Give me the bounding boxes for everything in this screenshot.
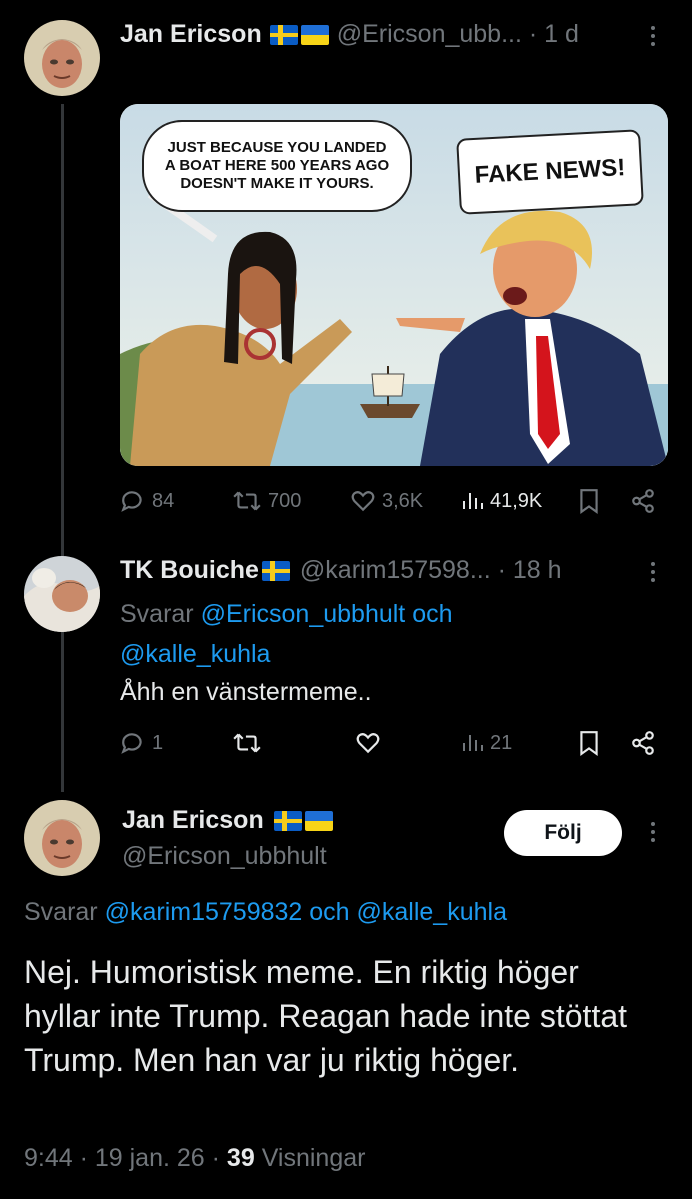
sweden-flag-icon bbox=[269, 24, 298, 45]
views-button[interactable]: 21 bbox=[460, 730, 512, 756]
share-button[interactable] bbox=[630, 488, 656, 514]
thread-line bbox=[61, 104, 64, 792]
handle-time[interactable]: @karim157598... · 18 h bbox=[300, 556, 562, 585]
reply-button[interactable]: 84 bbox=[120, 488, 174, 514]
reply-button[interactable]: 1 bbox=[120, 730, 163, 756]
tweet1-header: Jan Ericson @Ericson_ubb... · 1 d bbox=[120, 20, 579, 49]
tweet3-header: Jan Ericson bbox=[122, 806, 333, 835]
like-button[interactable]: 3,6K bbox=[350, 488, 423, 514]
mention-link[interactable]: @kalle_kuhla bbox=[120, 640, 270, 668]
timestamp[interactable]: 9:44 · 19 jan. 26 · bbox=[24, 1144, 220, 1172]
more-icon[interactable] bbox=[648, 822, 658, 842]
ukraine-flag-icon bbox=[300, 24, 329, 45]
replying-to: Svarar @Ericson_ubbhult och @kalle_kuhla bbox=[120, 594, 453, 674]
more-icon[interactable] bbox=[648, 562, 658, 582]
author-name[interactable]: Jan Ericson bbox=[120, 20, 262, 49]
views-count: 21 bbox=[490, 731, 513, 754]
avatar-jan-ericson[interactable] bbox=[24, 20, 100, 96]
like-button[interactable] bbox=[355, 730, 381, 756]
views-icon bbox=[463, 735, 483, 751]
bookmark-button[interactable] bbox=[578, 488, 600, 514]
bookmark-icon bbox=[580, 731, 598, 756]
mention-links[interactable]: @karim15759832 och @kalle_kuhla bbox=[105, 898, 507, 926]
views-button[interactable]: 41,9K bbox=[460, 488, 542, 514]
sweden-flag-icon bbox=[261, 560, 290, 581]
views-count: 41,9K bbox=[490, 489, 543, 512]
bookmark-icon bbox=[580, 489, 598, 514]
handle-time[interactable]: @Ericson_ubb... · 1 d bbox=[337, 20, 579, 49]
retweet-count: 700 bbox=[268, 489, 302, 512]
like-count: 3,6K bbox=[382, 489, 424, 512]
handle[interactable]: @Ericson_ubbhult bbox=[122, 842, 327, 871]
author-name[interactable]: TK Bouiche bbox=[120, 556, 259, 585]
retweet-button[interactable]: 700 bbox=[232, 488, 301, 514]
reply-icon bbox=[121, 491, 142, 512]
tweet2-header: TK Bouiche @karim157598... · 18 h bbox=[120, 556, 562, 585]
tweet-text: Åhh en vänstermeme.. bbox=[120, 678, 372, 706]
replying-prefix: Svarar bbox=[24, 898, 98, 926]
bookmark-button[interactable] bbox=[578, 730, 600, 756]
avatar-jan-ericson[interactable] bbox=[24, 800, 100, 876]
tweet-meta: 9:44 · 19 jan. 26 · 39 Visningar bbox=[24, 1144, 365, 1173]
more-icon[interactable] bbox=[648, 26, 658, 46]
share-icon bbox=[632, 489, 654, 513]
like-icon bbox=[351, 491, 375, 512]
speech-bubble-right: Fake news! bbox=[456, 129, 644, 215]
reply-icon bbox=[121, 733, 142, 754]
replying-prefix: Svarar bbox=[120, 600, 194, 628]
retweet-icon bbox=[233, 491, 261, 511]
mention-link[interactable]: @Ericson_ubbhult och bbox=[201, 600, 453, 628]
view-count: 39 bbox=[226, 1144, 255, 1172]
retweet-icon bbox=[233, 733, 261, 753]
replying-to: Svarar @karim15759832 och @kalle_kuhla bbox=[24, 898, 507, 927]
reply-count: 84 bbox=[152, 489, 175, 512]
share-icon bbox=[632, 731, 654, 755]
views-icon bbox=[463, 493, 483, 509]
tweet-text: Nej. Humoristisk meme. En riktig höger h… bbox=[24, 954, 628, 1078]
author-name[interactable]: Jan Ericson bbox=[122, 806, 264, 835]
follow-button[interactable]: Följ bbox=[504, 810, 622, 856]
views-label: Visningar bbox=[261, 1144, 366, 1172]
avatar-tk-bouiche[interactable] bbox=[24, 556, 100, 632]
retweet-button[interactable] bbox=[232, 730, 262, 756]
like-icon bbox=[356, 733, 380, 754]
speech-bubble-left: Just because you landed a boat here 500 … bbox=[142, 120, 412, 212]
ukraine-flag-icon bbox=[304, 810, 333, 831]
share-button[interactable] bbox=[630, 730, 656, 756]
reply-count: 1 bbox=[152, 731, 164, 754]
tweet-image[interactable]: Just because you landed a boat here 500 … bbox=[120, 104, 668, 466]
sweden-flag-icon bbox=[273, 810, 302, 831]
